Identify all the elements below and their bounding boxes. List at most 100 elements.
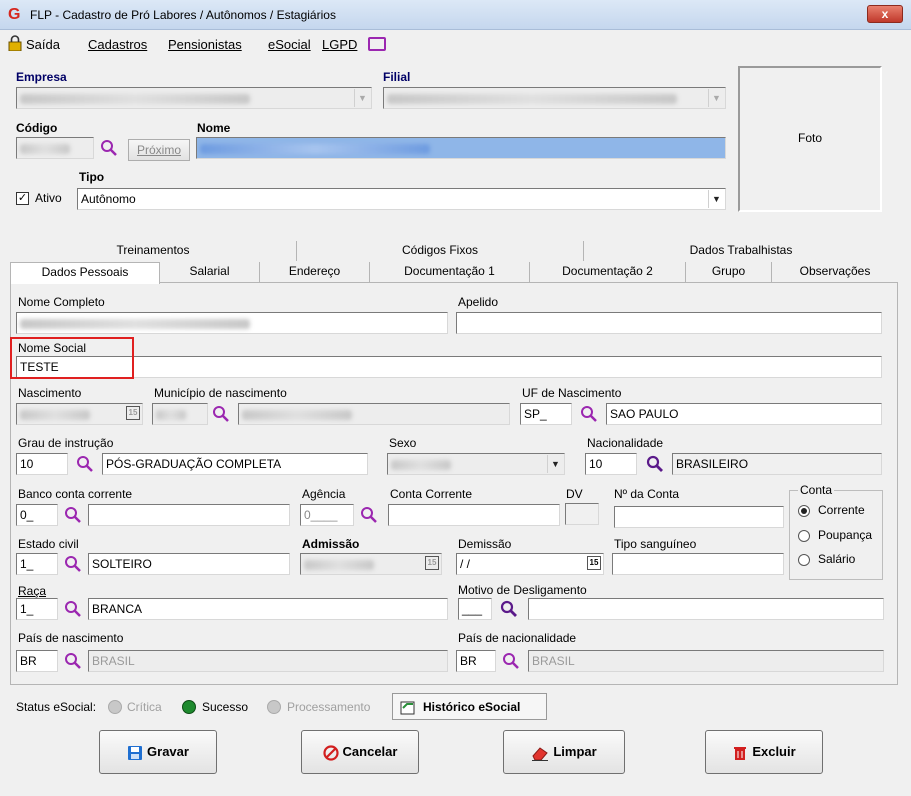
pais-nacionalidade-code-field[interactable]: BR <box>456 650 496 672</box>
cancel-icon <box>322 744 339 761</box>
search-icon[interactable] <box>580 405 598 423</box>
tab-treinamentos[interactable]: Treinamentos <box>10 241 297 261</box>
codigo-field[interactable] <box>16 137 94 159</box>
calendar-icon[interactable]: 15 <box>587 556 601 570</box>
close-button[interactable]: x <box>867 5 903 23</box>
status-sucesso-label: Sucesso <box>202 700 249 714</box>
tab-grupo[interactable]: Grupo <box>686 262 772 282</box>
motivo-code-field[interactable]: ___ <box>458 598 492 620</box>
tab-observacoes[interactable]: Observações <box>772 262 898 282</box>
municipio-label: Município de nascimento <box>154 386 287 400</box>
dv-field[interactable] <box>565 503 599 525</box>
pais-nacionalidade-name-field: BRASIL <box>528 650 884 672</box>
sexo-select[interactable]: ▼ <box>387 453 565 475</box>
tab-dados-trabalhistas[interactable]: Dados Trabalhistas <box>584 241 898 261</box>
cancelar-button[interactable]: Cancelar <box>301 730 419 774</box>
nome-social-field[interactable]: TESTE <box>16 356 882 378</box>
search-icon[interactable] <box>76 455 94 473</box>
tab-endereco[interactable]: Endereço <box>260 262 370 282</box>
photo-box[interactable]: Foto <box>738 66 882 212</box>
search-icon[interactable] <box>64 600 82 618</box>
search-icon[interactable] <box>360 506 378 524</box>
agencia-label: Agência <box>302 487 346 501</box>
tab-salarial[interactable]: Salarial <box>160 262 260 282</box>
eraser-icon <box>532 746 549 761</box>
conta-corrente-label: Conta Corrente <box>390 487 473 501</box>
conta-group-label: Conta <box>798 483 835 497</box>
nacionalidade-code-field[interactable]: 10 <box>585 453 637 475</box>
ativo-checkbox[interactable]: ✓ <box>16 192 29 205</box>
n-conta-label: Nº da Conta <box>614 487 680 501</box>
raca-name-field: BRANCA <box>88 598 448 620</box>
search-icon[interactable] <box>646 455 664 473</box>
estado-civil-label: Estado civil <box>18 537 79 551</box>
radio-salario[interactable] <box>798 554 810 566</box>
tipo-label: Tipo <box>79 170 105 184</box>
search-icon[interactable] <box>64 506 82 524</box>
tipo-select[interactable]: Autônomo ▼ <box>77 188 726 210</box>
menu-saida[interactable]: Saída <box>26 37 60 52</box>
radio-poupanca[interactable] <box>798 530 810 542</box>
nacionalidade-label: Nacionalidade <box>587 436 664 450</box>
admissao-field[interactable]: 15 <box>300 553 442 575</box>
uf-nascimento-label: UF de Nascimento <box>522 386 622 400</box>
pais-nacionalidade-label: País de nacionalidade <box>458 631 577 645</box>
search-icon[interactable] <box>100 139 118 157</box>
nome-field[interactable] <box>196 137 726 159</box>
pais-nascimento-label: País de nascimento <box>18 631 124 645</box>
conta-corrente-field[interactable] <box>388 504 560 526</box>
radio-corrente[interactable] <box>798 505 810 517</box>
grau-code-field[interactable]: 10 <box>16 453 68 475</box>
apelido-field[interactable] <box>456 312 882 334</box>
status-label: Status eSocial: <box>16 700 97 714</box>
search-icon[interactable] <box>64 652 82 670</box>
proximo-button[interactable]: Próximo <box>128 139 190 161</box>
gravar-button[interactable]: Gravar <box>99 730 217 774</box>
demissao-field[interactable]: / / 15 <box>456 553 604 575</box>
tipo-sanguineo-field[interactable] <box>612 553 784 575</box>
nascimento-field[interactable]: 15 <box>16 403 143 425</box>
chevron-down-icon: ▼ <box>547 455 563 473</box>
filial-label: Filial <box>383 70 411 84</box>
search-icon[interactable] <box>64 555 82 573</box>
n-conta-field[interactable] <box>614 506 784 528</box>
pais-nascimento-code-field[interactable]: BR <box>16 650 58 672</box>
estado-civil-code-field[interactable]: 1_ <box>16 553 58 575</box>
historico-esocial-button[interactable]: Histórico eSocial <box>392 693 547 720</box>
nome-label: Nome <box>197 121 231 135</box>
search-icon[interactable] <box>500 600 518 618</box>
highlight-box <box>10 337 134 379</box>
uf-code-field[interactable]: SP_ <box>520 403 572 425</box>
trash-icon <box>734 746 747 760</box>
tab-documentacao-1[interactable]: Documentação 1 <box>370 262 530 282</box>
menu-pensionistas[interactable]: Pensionistas <box>168 37 242 52</box>
agencia-field[interactable]: 0____ <box>300 504 354 526</box>
empresa-select[interactable]: ▼ <box>16 87 372 109</box>
dv-label: DV <box>566 487 583 501</box>
municipio-code-field[interactable] <box>152 403 208 425</box>
limpar-button[interactable]: Limpar <box>503 730 625 774</box>
tab-documentacao-2[interactable]: Documentação 2 <box>530 262 686 282</box>
tab-dados-pessoais[interactable]: Dados Pessoais <box>10 262 160 284</box>
monitor-icon[interactable] <box>368 37 386 51</box>
sexo-label: Sexo <box>389 436 417 450</box>
municipio-name-field[interactable] <box>238 403 510 425</box>
raca-code-field[interactable]: 1_ <box>16 598 58 620</box>
search-icon[interactable] <box>212 405 230 423</box>
menu-lgpd[interactable]: LGPD <box>322 37 357 52</box>
calendar-icon[interactable]: 15 <box>126 406 140 420</box>
banco-code-field[interactable]: 0_ <box>16 504 58 526</box>
excluir-button[interactable]: Excluir <box>705 730 823 774</box>
calendar-icon[interactable]: 15 <box>425 556 439 570</box>
banco-name-field <box>88 504 290 526</box>
gravar-label: Gravar <box>147 744 189 759</box>
menu-cadastros[interactable]: Cadastros <box>88 37 147 52</box>
ativo-label: Ativo <box>35 191 62 205</box>
menu-esocial[interactable]: eSocial <box>268 37 311 52</box>
nome-completo-field[interactable] <box>16 312 448 334</box>
title-bar: G FLP - Cadastro de Pró Labores / Autôno… <box>0 0 911 30</box>
filial-select[interactable]: ▼ <box>383 87 726 109</box>
chevron-down-icon: ▼ <box>354 89 370 107</box>
tab-codigos-fixos[interactable]: Códigos Fixos <box>297 241 584 261</box>
search-icon[interactable] <box>502 652 520 670</box>
